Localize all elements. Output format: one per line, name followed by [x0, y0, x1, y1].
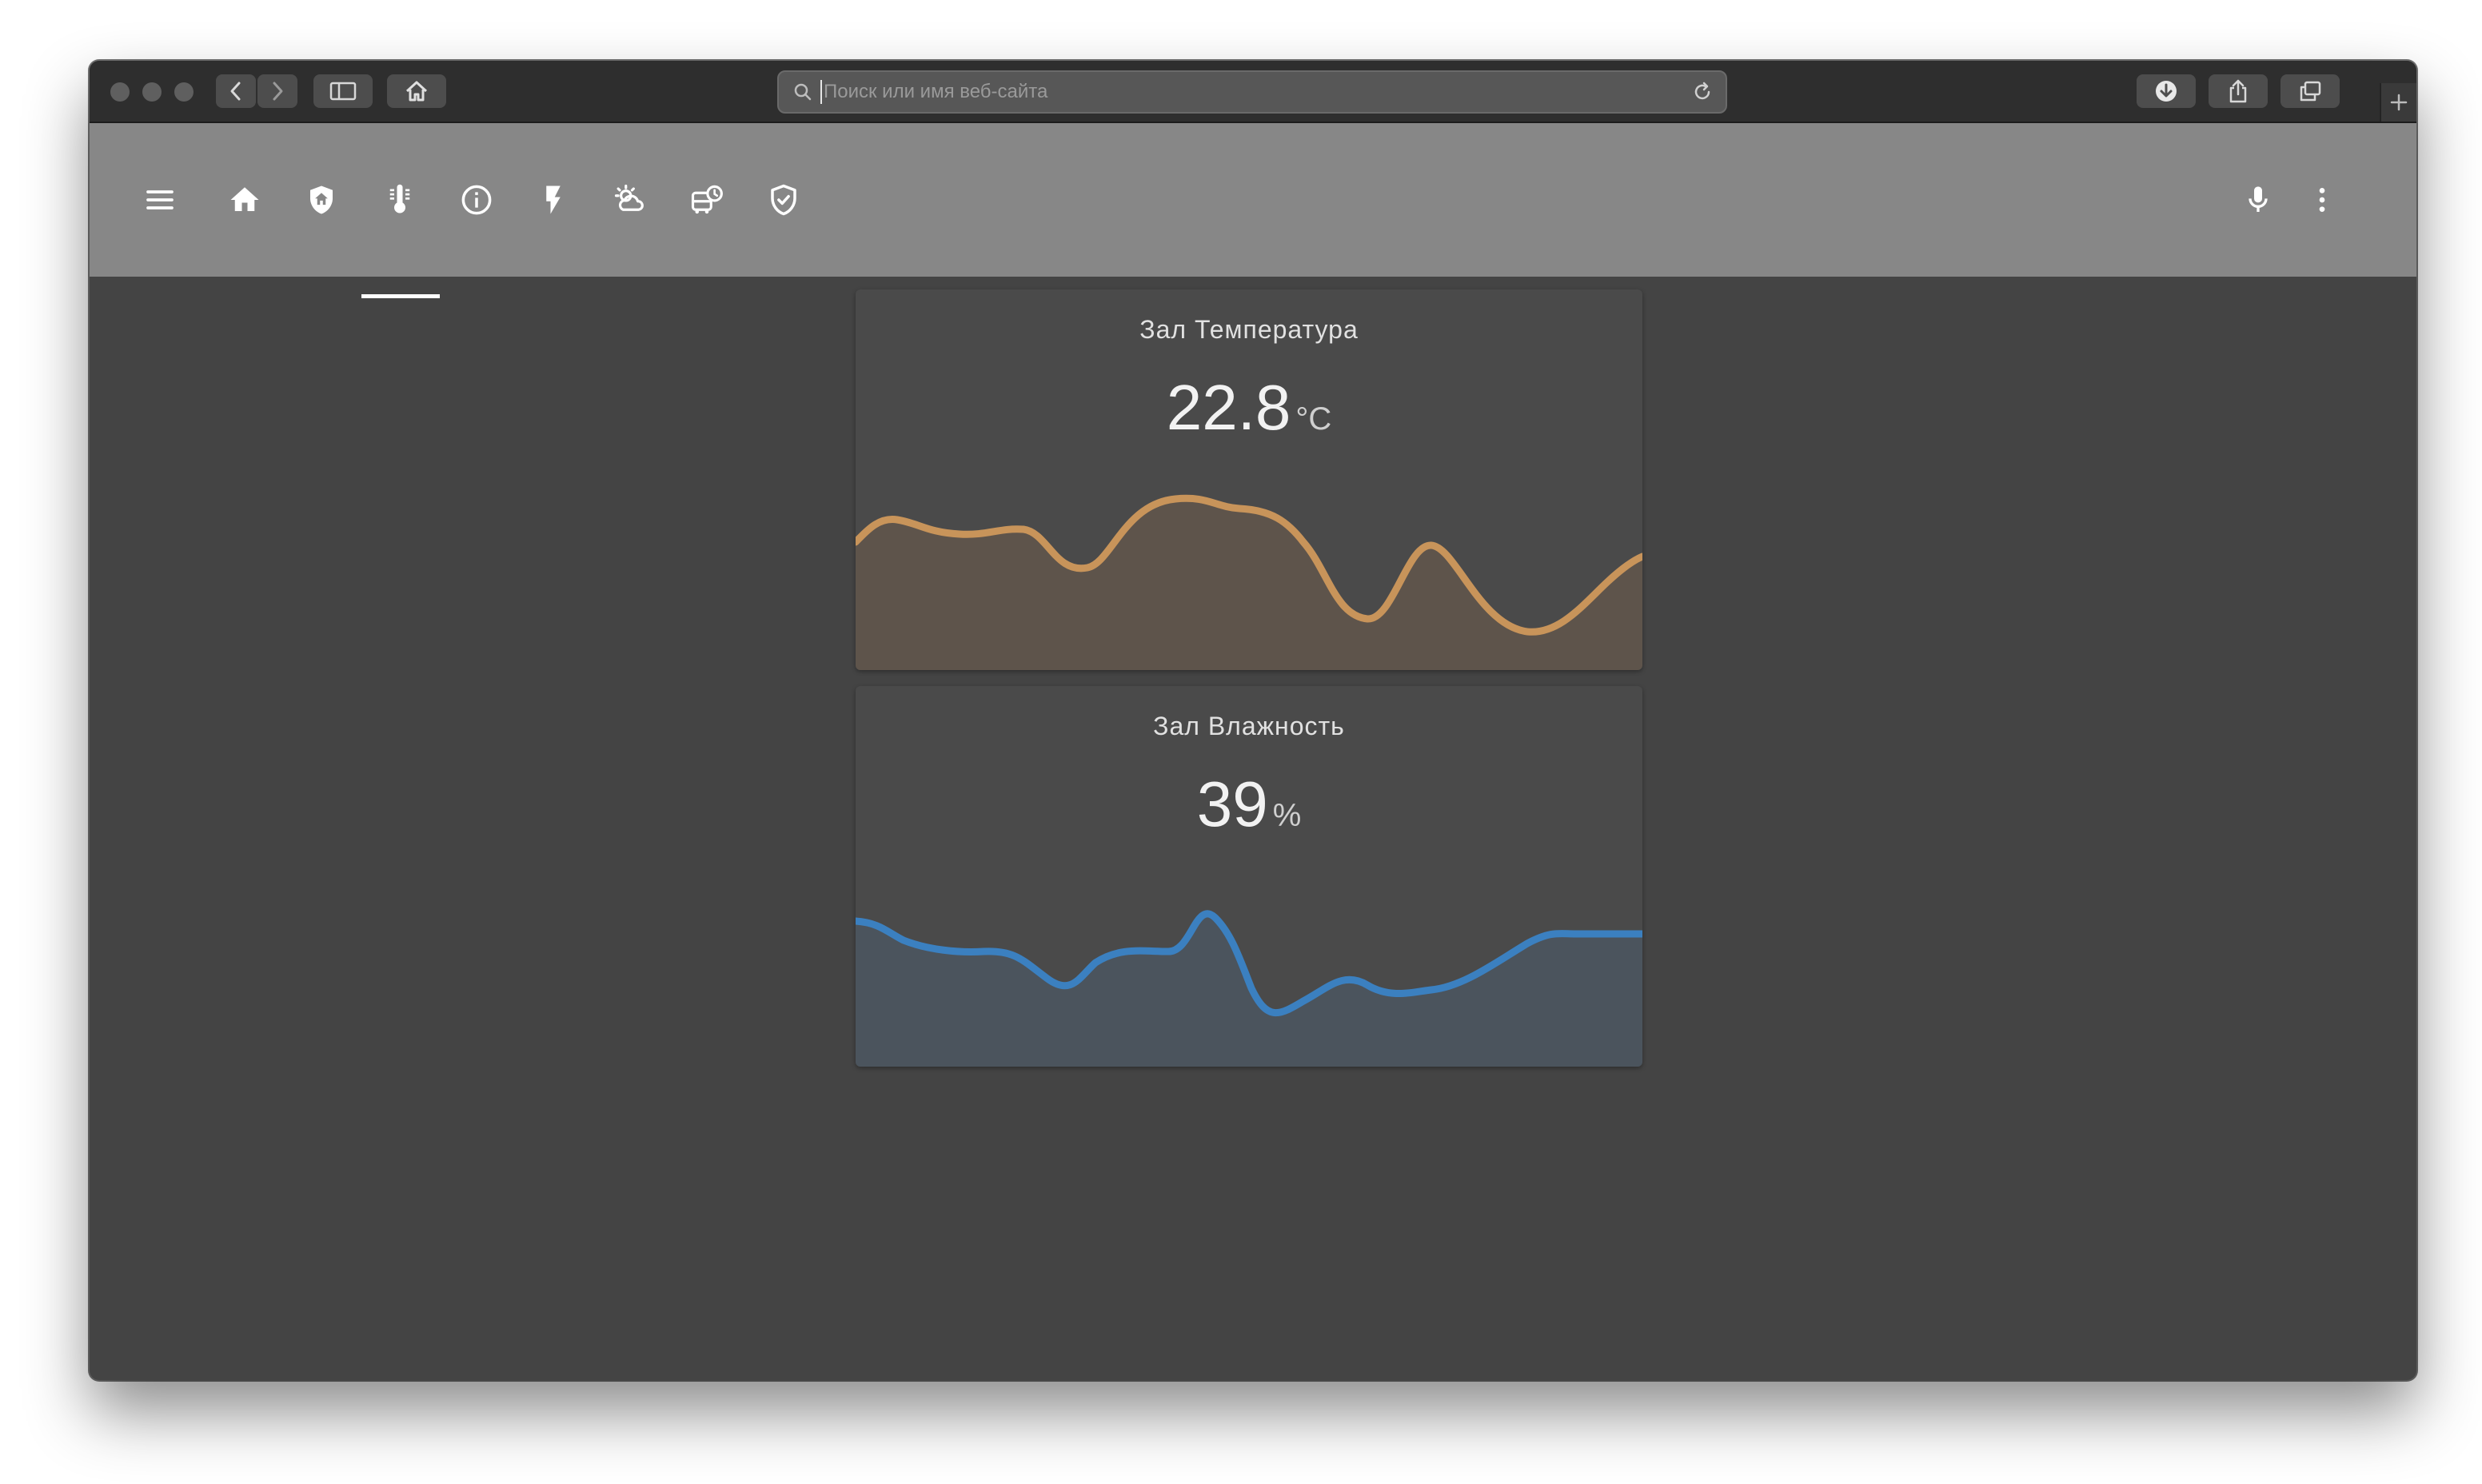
temperature-history-graph	[856, 494, 1642, 670]
tabs-icon	[2300, 81, 2321, 102]
menu-button[interactable]	[136, 176, 184, 224]
sidebar-icon	[329, 82, 357, 101]
sensor-value: 39	[1196, 768, 1268, 840]
more-vert-icon	[2319, 188, 2325, 212]
menu-icon	[146, 190, 174, 209]
tab-protection[interactable]	[760, 176, 808, 224]
temperature-graph-fill	[856, 498, 1642, 670]
voice-command-button[interactable]	[2234, 176, 2282, 224]
tab-home[interactable]	[221, 176, 269, 224]
tab-transport[interactable]	[683, 176, 731, 224]
card-title: Зал Влажность	[1153, 712, 1345, 740]
tab-info[interactable]	[453, 176, 501, 224]
tab-overview-button[interactable]	[2280, 74, 2340, 108]
thermometer-icon	[389, 184, 410, 213]
weather-partly-cloudy-icon	[614, 184, 644, 211]
tab-climate[interactable]	[376, 176, 424, 224]
app-header	[90, 123, 2416, 298]
sidebar-toggle-button[interactable]	[313, 74, 373, 108]
back-button[interactable]	[216, 74, 256, 108]
close-window-button[interactable]	[110, 82, 130, 102]
sensor-state: 22.8 °C	[856, 371, 1642, 445]
address-input[interactable]	[824, 77, 1655, 107]
shield-check-icon	[771, 184, 796, 216]
forward-button[interactable]	[257, 74, 297, 108]
sensor-unit: °C	[1295, 401, 1332, 437]
chevron-right-icon	[273, 82, 283, 101]
home-icon	[230, 187, 259, 211]
home-icon	[405, 81, 428, 102]
address-bar[interactable]	[777, 70, 1727, 114]
bus-clock-icon	[691, 185, 723, 214]
humidity-history-graph	[856, 910, 1642, 1067]
card-title: Зал Температура	[1139, 315, 1359, 344]
sensor-value: 22.8	[1166, 372, 1291, 443]
text-caret	[820, 80, 822, 104]
download-icon	[2156, 81, 2177, 102]
browser-window: Зал Температура 22.8°C Зал Влажность 39%	[90, 61, 2416, 1380]
tab-energy[interactable]	[529, 176, 577, 224]
home-button[interactable]	[387, 74, 446, 108]
browser-toolbar	[90, 61, 2416, 123]
info-icon	[461, 185, 492, 215]
zoom-window-button[interactable]	[174, 82, 194, 102]
temperature-sensor-card[interactable]: Зал Температура 22.8 °C	[856, 289, 1642, 670]
sensor-state: 39%	[856, 768, 1642, 841]
downloads-button[interactable]	[2137, 74, 2196, 108]
share-icon	[2229, 79, 2247, 103]
new-tab-button[interactable]	[2380, 83, 2416, 122]
tab-security[interactable]	[297, 176, 345, 224]
sensor-unit: %	[1272, 798, 1302, 833]
search-icon	[794, 83, 812, 101]
humidity-sensor-card[interactable]: Зал Влажность 39%	[856, 686, 1642, 1067]
reload-icon[interactable]	[1692, 82, 1713, 102]
shield-home-icon	[310, 186, 333, 214]
plus-icon	[2390, 94, 2408, 111]
chevron-left-icon	[230, 82, 241, 101]
tab-weather[interactable]	[606, 176, 654, 224]
flash-icon	[546, 186, 561, 214]
active-tab-indicator	[361, 294, 440, 298]
share-button[interactable]	[2209, 74, 2268, 108]
minimize-window-button[interactable]	[142, 82, 162, 102]
overflow-menu-button[interactable]	[2298, 176, 2346, 224]
microphone-icon	[2249, 186, 2268, 212]
